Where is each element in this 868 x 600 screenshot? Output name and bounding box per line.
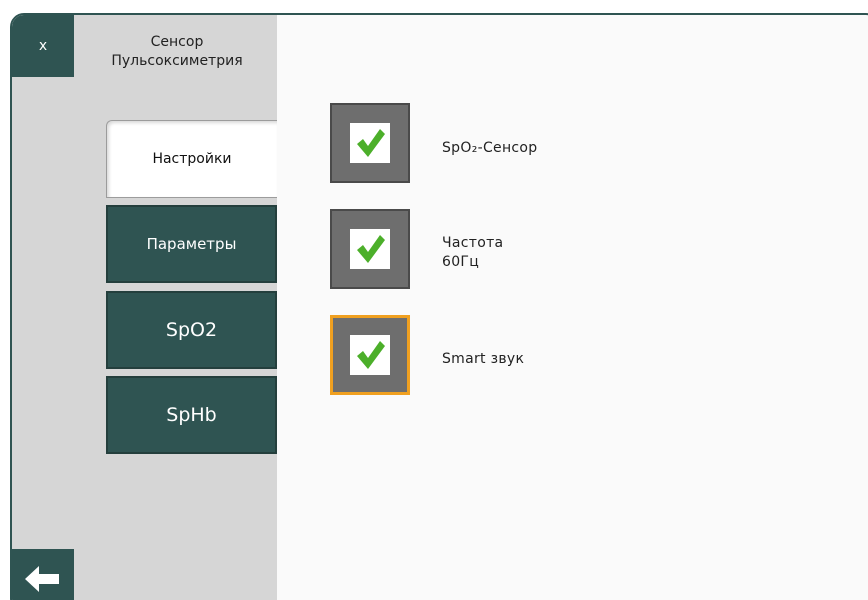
tab-sphb-label: SpHb xyxy=(166,404,217,426)
panel-title: Сенсор Пульсоксиметрия xyxy=(82,33,272,71)
checkbox-inner xyxy=(350,335,390,375)
back-arrow-icon xyxy=(25,566,59,592)
settings-window: x Сенсор Пульсоксиметрия Настройки Парам… xyxy=(10,13,868,600)
panel-title-line1: Сенсор xyxy=(150,34,204,50)
tab-spo2-label: SpO2 xyxy=(165,319,218,341)
panel-title-line2: Пульсоксиметрия xyxy=(111,53,243,69)
tab-spo2[interactable]: SpO2 xyxy=(106,291,277,369)
checkmark-icon xyxy=(357,129,385,157)
checkmark-icon xyxy=(357,235,385,263)
smart-sound-label-text: Smart звук xyxy=(442,351,525,367)
tab-settings[interactable]: Настройки xyxy=(106,120,277,198)
smart-sound-checkbox[interactable] xyxy=(330,315,410,395)
frequency-label: Частота 60Гц xyxy=(442,234,503,272)
smart-sound-label: Smart звук xyxy=(442,350,524,369)
tab-parameters[interactable]: Параметры xyxy=(106,205,277,283)
frequency-label-line2: 60Гц xyxy=(442,254,480,270)
spo2-sensor-checkbox[interactable] xyxy=(330,103,410,183)
back-button[interactable] xyxy=(12,549,74,600)
tab-settings-label: Настройки xyxy=(152,151,232,167)
sidebar: x Сенсор Пульсоксиметрия Настройки Парам… xyxy=(12,15,277,600)
frequency-checkbox[interactable] xyxy=(330,209,410,289)
close-button[interactable]: x xyxy=(12,15,74,77)
checkmark-icon xyxy=(357,341,385,369)
spo2-sensor-label-text: SpO₂-Сенсор xyxy=(442,140,538,156)
checkbox-inner xyxy=(350,123,390,163)
tab-sphb[interactable]: SpHb xyxy=(106,376,277,454)
tab-parameters-label: Параметры xyxy=(146,235,237,253)
checkbox-inner xyxy=(350,229,390,269)
close-icon: x xyxy=(38,38,48,54)
spo2-sensor-label: SpO₂-Сенсор xyxy=(442,139,537,158)
frequency-label-line1: Частота xyxy=(442,235,504,251)
